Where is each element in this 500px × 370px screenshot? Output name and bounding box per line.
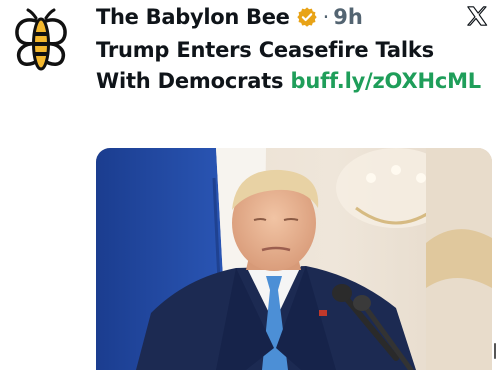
tweet-text: Trump Enters Ceasefire Talks With Democr… (96, 35, 492, 97)
scrollbar[interactable] (494, 343, 496, 359)
press-photo (96, 148, 492, 370)
babylon-bee-logo-icon (15, 8, 67, 71)
tweet-image[interactable] (96, 148, 492, 370)
tweet-link[interactable]: buff.ly/zOXHcML (290, 69, 481, 93)
x-logo-icon[interactable] (466, 5, 488, 27)
timestamp[interactable]: 9h (333, 5, 363, 29)
author-name[interactable]: The Babylon Bee (96, 5, 290, 29)
verified-badge-icon (296, 7, 317, 27)
tweet-header: The Babylon Bee · 9h (96, 2, 363, 32)
avatar[interactable] (14, 8, 68, 74)
separator-dot: · (322, 5, 330, 29)
